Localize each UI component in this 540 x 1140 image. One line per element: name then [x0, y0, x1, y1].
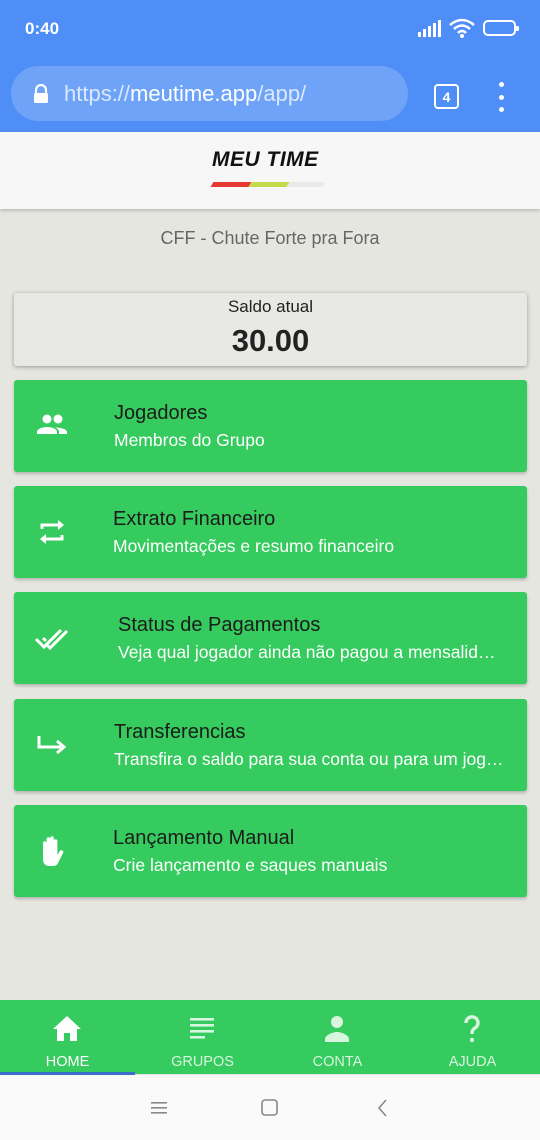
lock-icon [34, 83, 48, 103]
menu-card-status-pagamentos[interactable]: Status de Pagamentos Veja qual jogador a… [14, 592, 527, 684]
people-icon [37, 414, 67, 434]
tab-switcher-button[interactable]: 4 [434, 84, 459, 109]
status-icons [418, 18, 519, 38]
card-title: Jogadores [114, 402, 208, 424]
balance-label: Saldo atual [227, 297, 314, 316]
url-path: /app/ [257, 80, 307, 106]
tab-count: 4 [442, 88, 451, 105]
browser-toolbar: https://meutime.app/app/ 4 [0, 58, 540, 132]
card-title: Transferencias [114, 721, 246, 743]
back-icon[interactable] [370, 1095, 396, 1121]
group-name: CFF - Chute Forte pra Fora [160, 228, 380, 248]
balance-value: 30.00 [231, 323, 310, 358]
menu-card-lancamento-manual[interactable]: Lançamento Manual Crie lançamento e saqu… [14, 805, 527, 897]
list-icon [190, 1018, 214, 1039]
nav-conta[interactable]: CONTA [270, 1000, 405, 1074]
url-text: https://meutime.app/app/ [64, 81, 306, 107]
subdirectory-arrow-icon [37, 736, 67, 755]
bottom-nav: HOME GRUPOS CONTA AJUDA [0, 1000, 540, 1075]
logo-stripe [210, 182, 326, 187]
nav-grupos[interactable]: GRUPOS [135, 1000, 270, 1074]
card-subtitle: Veja qual jogador ainda não pagou a mens… [118, 642, 500, 662]
done-all-icon [34, 628, 69, 651]
url-host: meutime.app [130, 80, 258, 106]
status-time: 0:40 [25, 19, 60, 38]
card-subtitle: Movimentações e resumo financeiro [113, 536, 395, 556]
url-bar[interactable]: https://meutime.app/app/ [11, 66, 408, 121]
card-subtitle: Transfira o saldo para sua conta ou para… [114, 749, 506, 769]
more-vert-icon[interactable] [496, 82, 506, 112]
hand-icon [43, 836, 64, 866]
menu-card-jogadores[interactable]: Jogadores Membros do Grupo [14, 380, 527, 472]
card-title: Extrato Financeiro [113, 508, 276, 530]
card-title: Lançamento Manual [113, 827, 295, 849]
menu-card-extrato[interactable]: Extrato Financeiro Movimentações e resum… [14, 486, 527, 578]
status-bar: 0:40 [0, 0, 540, 58]
balance-card: Saldo atual 30.00 [14, 293, 527, 366]
app-header: MEU TIME [0, 132, 540, 209]
nav-home[interactable]: HOME [0, 1000, 135, 1075]
menu-card-transferencias[interactable]: Transferencias Transfira o saldo para su… [14, 699, 527, 791]
card-subtitle: Crie lançamento e saques manuais [113, 855, 388, 875]
system-nav-bar [0, 1075, 540, 1140]
nav-label: CONTA [312, 1054, 363, 1070]
repeat-icon [40, 520, 64, 544]
card-subtitle: Membros do Grupo [114, 430, 265, 450]
recent-apps-icon[interactable] [146, 1095, 172, 1121]
nav-ajuda[interactable]: AJUDA [405, 1000, 540, 1074]
url-scheme: https:// [64, 80, 131, 106]
nav-label: AJUDA [448, 1054, 497, 1070]
nav-label: HOME [45, 1054, 90, 1070]
person-icon [325, 1016, 349, 1042]
logo-text: MEU TIME [212, 148, 319, 171]
home-icon [53, 1016, 81, 1041]
battery-icon [483, 20, 519, 36]
signal-icon [418, 19, 441, 37]
nav-label: GRUPOS [171, 1054, 234, 1070]
home-button-icon[interactable] [257, 1095, 283, 1121]
wifi-icon [449, 18, 475, 38]
card-title: Status de Pagamentos [118, 614, 321, 636]
help-icon [464, 1015, 480, 1043]
app-logo[interactable]: MEU TIME [210, 148, 327, 187]
